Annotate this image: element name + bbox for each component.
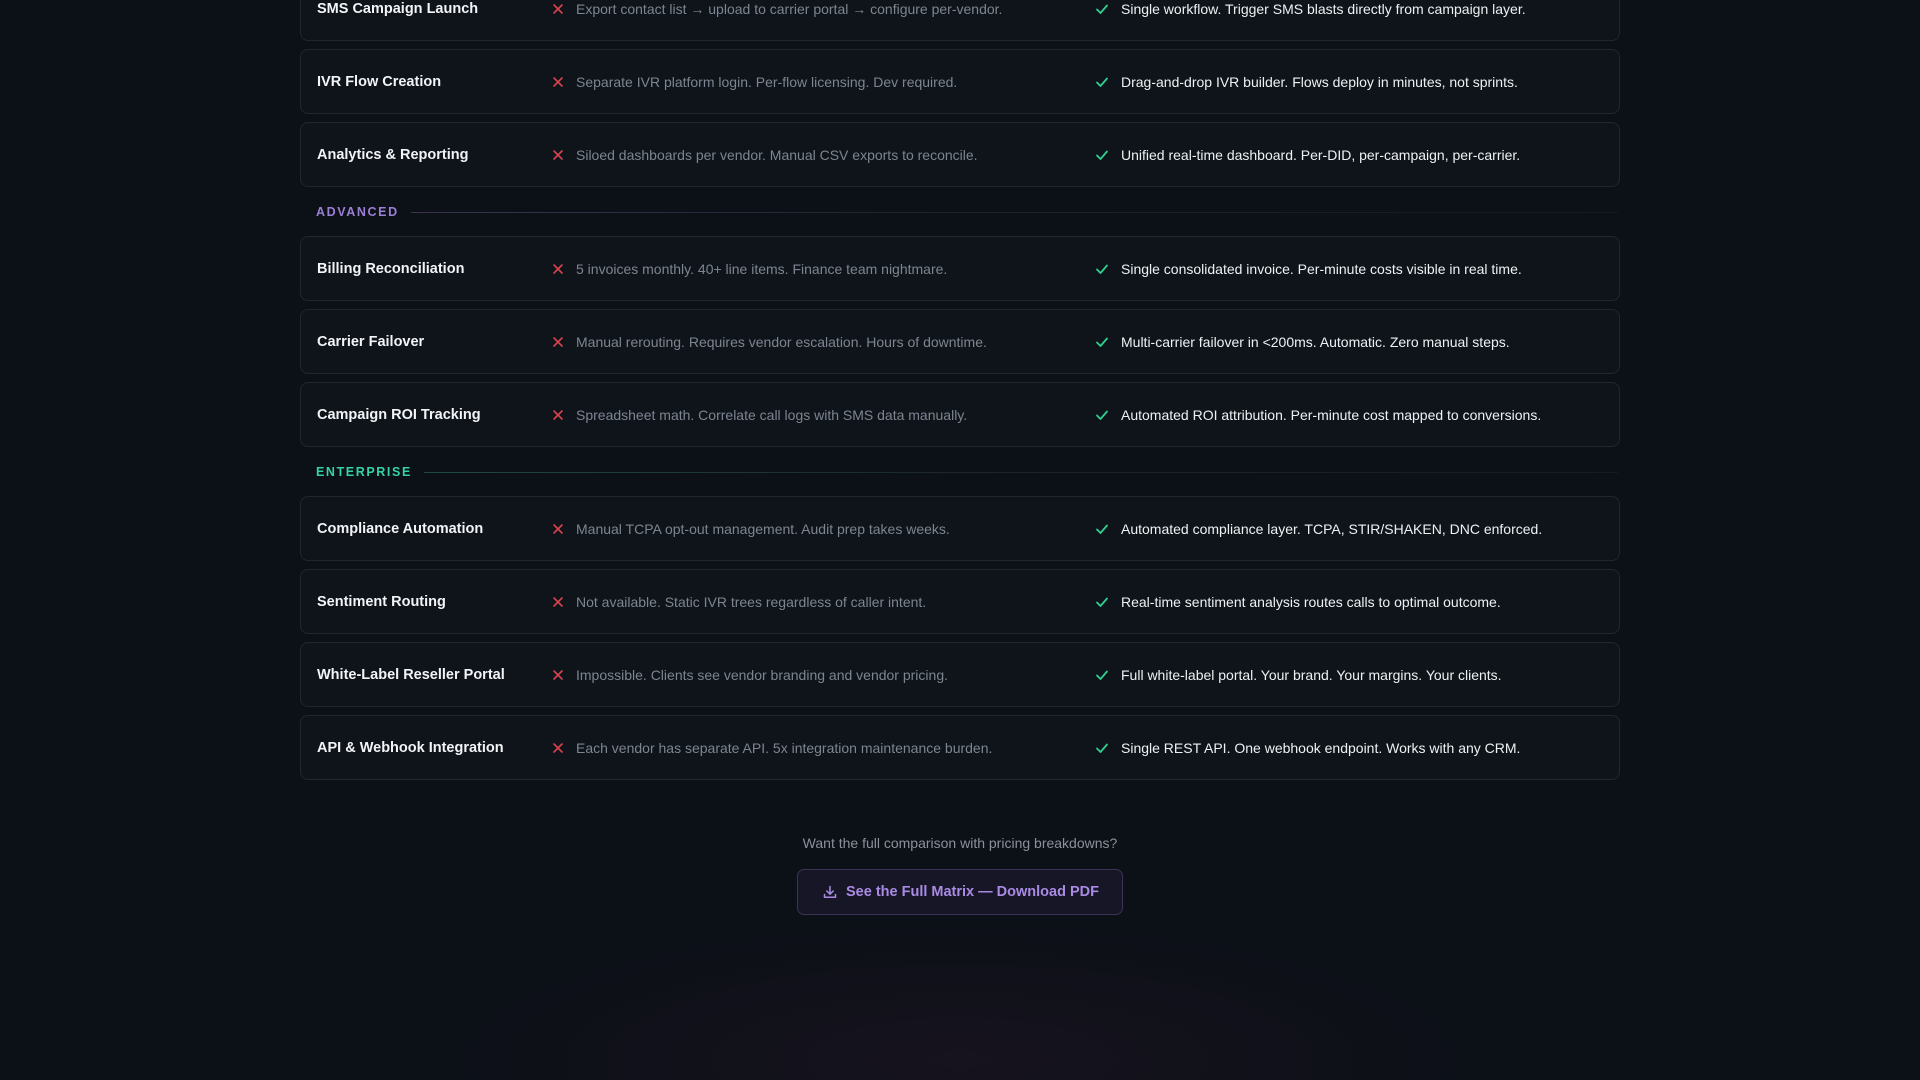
- check-icon: [1096, 743, 1108, 753]
- comparison-row: Carrier Failover Manual rerouting. Requi…: [300, 309, 1620, 374]
- legacy-cell: Export contact list → upload to carrier …: [551, 1, 1002, 17]
- comparison-row: Compliance Automation Manual TCPA opt-ou…: [300, 496, 1620, 561]
- feature-name: Analytics & Reporting: [317, 146, 469, 163]
- platform-cell: Unified real-time dashboard. Per-DID, pe…: [1094, 147, 1520, 163]
- platform-text: Automated ROI attribution. Per-minute co…: [1121, 406, 1542, 423]
- legacy-text: Manual rerouting. Requires vendor escala…: [576, 333, 987, 350]
- check-icon: [1096, 4, 1108, 14]
- cross-icon: [553, 263, 563, 274]
- cross-icon: [553, 3, 563, 14]
- cross-icon: [553, 336, 563, 347]
- cross-icon: [553, 409, 563, 420]
- check-icon: [1096, 597, 1108, 607]
- platform-text: Full white-label portal. Your brand. You…: [1121, 666, 1502, 683]
- feature-name: Billing Reconciliation: [317, 260, 465, 277]
- check-icon: [1096, 264, 1108, 274]
- legacy-text: Siloed dashboards per vendor. Manual CSV…: [576, 146, 978, 163]
- cross-icon: [553, 742, 563, 753]
- legacy-text: Not available. Static IVR trees regardle…: [576, 593, 927, 610]
- platform-text: Multi-carrier failover in <200ms. Automa…: [1121, 333, 1510, 350]
- comparison-table: SMS Campaign Launch Export contact list …: [300, 0, 1620, 788]
- section-header-enterprise: ENTERPRISE: [300, 457, 1620, 487]
- legacy-text: 5 invoices monthly. 40+ line items. Fina…: [576, 260, 948, 277]
- comparison-row: Analytics & Reporting Siloed dashboards …: [300, 122, 1620, 187]
- section-header-advanced: ADVANCED: [300, 197, 1620, 227]
- comparison-row: White-Label Reseller Portal Impossible. …: [300, 642, 1620, 707]
- section-divider: [410, 211, 1618, 213]
- cross-icon: [553, 149, 563, 160]
- cross-icon: [553, 76, 563, 87]
- feature-name: Sentiment Routing: [317, 593, 446, 610]
- feature-name: White-Label Reseller Portal: [317, 666, 505, 683]
- comparison-row: Billing Reconciliation 5 invoices monthl…: [300, 236, 1620, 301]
- platform-text: Single consolidated invoice. Per-minute …: [1121, 260, 1522, 277]
- check-icon: [1096, 150, 1108, 160]
- check-icon: [1096, 524, 1108, 534]
- section-label: ENTERPRISE: [316, 465, 412, 479]
- comparison-row: SMS Campaign Launch Export contact list …: [300, 0, 1620, 41]
- download-pdf-button[interactable]: See the Full Matrix — Download PDF: [797, 869, 1123, 915]
- legacy-text: Impossible. Clients see vendor branding …: [576, 666, 948, 683]
- check-icon: [1096, 337, 1108, 347]
- legacy-cell: Spreadsheet math. Correlate call logs wi…: [551, 407, 967, 423]
- feature-name: Compliance Automation: [317, 520, 484, 537]
- platform-cell: Drag-and-drop IVR builder. Flows deploy …: [1094, 74, 1518, 90]
- feature-name: Carrier Failover: [317, 333, 425, 350]
- feature-name: API & Webhook Integration: [317, 739, 504, 756]
- comparison-row: API & Webhook Integration Each vendor ha…: [300, 715, 1620, 780]
- feature-name: Campaign ROI Tracking: [317, 406, 481, 423]
- feature-name: SMS Campaign Launch: [317, 0, 479, 17]
- legacy-cell: Each vendor has separate API. 5x integra…: [551, 740, 992, 756]
- platform-cell: Single consolidated invoice. Per-minute …: [1094, 261, 1522, 277]
- legacy-cell: Not available. Static IVR trees regardle…: [551, 594, 926, 610]
- legacy-text: Manual TCPA opt-out management. Audit pr…: [576, 520, 950, 537]
- platform-cell: Multi-carrier failover in <200ms. Automa…: [1094, 334, 1510, 350]
- comparison-row: Sentiment Routing Not available. Static …: [300, 569, 1620, 634]
- cta-section: Want the full comparison with pricing br…: [0, 834, 1920, 915]
- platform-text: Automated compliance layer. TCPA, STIR/S…: [1121, 520, 1543, 537]
- platform-cell: Automated ROI attribution. Per-minute co…: [1094, 407, 1541, 423]
- legacy-cell: Manual rerouting. Requires vendor escala…: [551, 334, 987, 350]
- platform-cell: Single REST API. One webhook endpoint. W…: [1094, 740, 1520, 756]
- platform-cell: Real-time sentiment analysis routes call…: [1094, 594, 1501, 610]
- platform-cell: Full white-label portal. Your brand. You…: [1094, 667, 1502, 683]
- check-icon: [1096, 670, 1108, 680]
- platform-text: Single workflow. Trigger SMS blasts dire…: [1121, 0, 1526, 17]
- legacy-text: Separate IVR platform login. Per-flow li…: [576, 73, 958, 90]
- legacy-text: Each vendor has separate API. 5x integra…: [576, 739, 993, 756]
- platform-text: Single REST API. One webhook endpoint. W…: [1121, 739, 1521, 756]
- cta-question: Want the full comparison with pricing br…: [802, 835, 1118, 851]
- check-icon: [1096, 410, 1108, 420]
- download-icon: [823, 885, 837, 898]
- legacy-text: Spreadsheet math. Correlate call logs wi…: [576, 406, 968, 423]
- check-icon: [1096, 77, 1108, 87]
- legacy-cell: Manual TCPA opt-out management. Audit pr…: [551, 521, 950, 537]
- legacy-cell: Separate IVR platform login. Per-flow li…: [551, 74, 957, 90]
- platform-cell: Single workflow. Trigger SMS blasts dire…: [1094, 1, 1526, 17]
- platform-text: Real-time sentiment analysis routes call…: [1121, 593, 1501, 610]
- legacy-text: Export contact list → upload to carrier …: [576, 0, 1003, 17]
- feature-name: IVR Flow Creation: [317, 73, 442, 90]
- section-divider: [423, 471, 1618, 473]
- legacy-cell: 5 invoices monthly. 40+ line items. Fina…: [551, 261, 947, 277]
- cross-icon: [553, 596, 563, 607]
- platform-cell: Automated compliance layer. TCPA, STIR/S…: [1094, 521, 1542, 537]
- download-pdf-label: See the Full Matrix — Download PDF: [846, 884, 1099, 900]
- legacy-cell: Siloed dashboards per vendor. Manual CSV…: [551, 147, 978, 163]
- legacy-cell: Impossible. Clients see vendor branding …: [551, 667, 948, 683]
- cross-icon: [553, 669, 563, 680]
- platform-text: Unified real-time dashboard. Per-DID, pe…: [1121, 146, 1521, 163]
- comparison-row: IVR Flow Creation Separate IVR platform …: [300, 49, 1620, 114]
- cross-icon: [553, 523, 563, 534]
- platform-text: Drag-and-drop IVR builder. Flows deploy …: [1121, 73, 1518, 90]
- section-label: ADVANCED: [316, 205, 399, 219]
- comparison-row: Campaign ROI Tracking Spreadsheet math. …: [300, 382, 1620, 447]
